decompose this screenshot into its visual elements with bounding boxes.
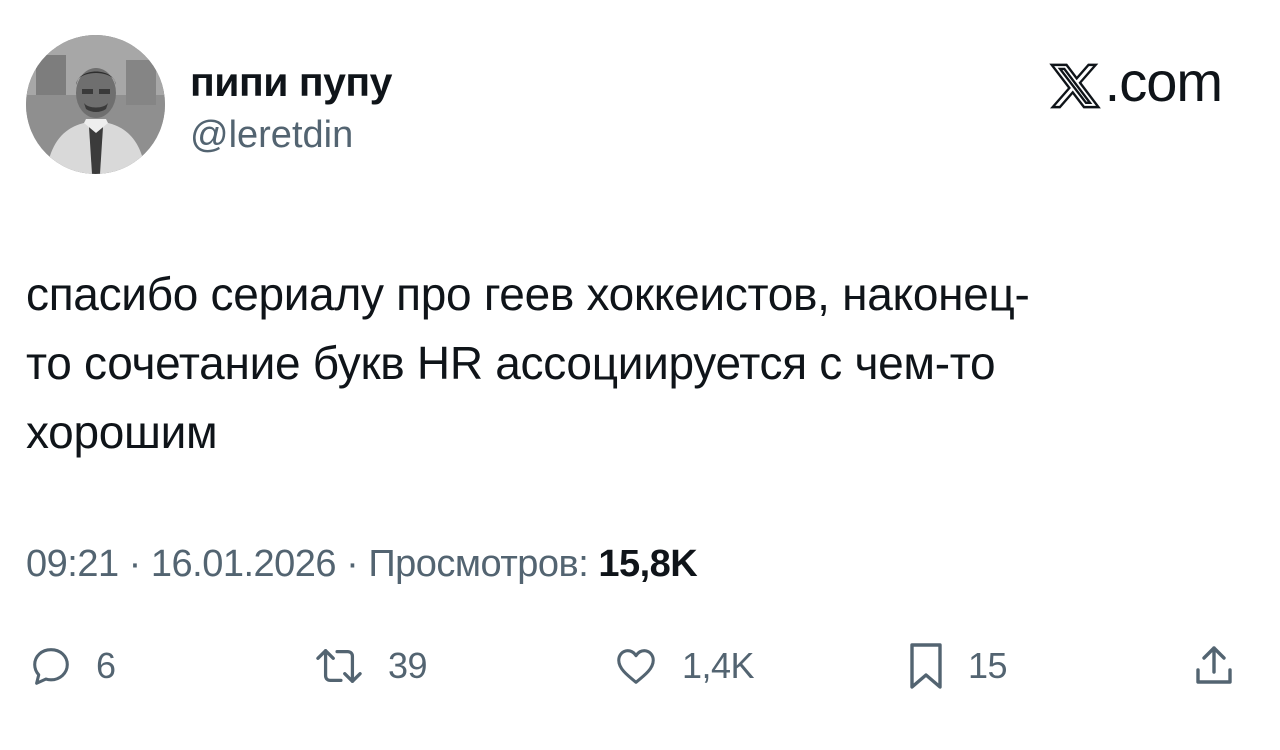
meta-separator: ·: [128, 543, 142, 585]
tweet-meta: 09:21 · 16.01.2026 · Просмотров: 15,8K: [26, 540, 698, 588]
tweet-text: спасибо сериалу про геев хоккеистов, нак…: [26, 260, 1246, 467]
avatar-photo: [26, 35, 165, 174]
retweet-button[interactable]: 39: [312, 636, 428, 696]
tweet-text-line: то сочетание букв HR ассоциируется с чем…: [26, 337, 996, 389]
heart-icon: [617, 649, 655, 684]
tweet-text-line: спасибо сериалу про геев хоккеистов, нак…: [26, 268, 1030, 320]
bookmark-count: 15: [968, 645, 1008, 686]
meta-separator: ·: [346, 543, 359, 585]
author-display-name[interactable]: пипи пупу: [190, 58, 392, 106]
bookmark-button[interactable]: 15: [906, 636, 1008, 696]
views-label: Просмотров:: [368, 543, 589, 585]
share-icon: [1196, 646, 1232, 684]
x-logo-icon: [1048, 63, 1101, 109]
tweet-text-line: хорошим: [26, 406, 218, 458]
retweet-count: 39: [388, 645, 428, 686]
like-count: 1,4K: [682, 645, 755, 686]
brand-domain: .com: [1104, 50, 1223, 113]
reply-button[interactable]: 6: [28, 636, 116, 696]
avatar[interactable]: [26, 35, 165, 174]
action-bar: 6 39 1,4K 15: [0, 636, 1280, 696]
like-button[interactable]: 1,4K: [612, 636, 755, 696]
views-count: 15,8K: [598, 543, 698, 585]
retweet-icon: [316, 649, 362, 683]
tweet-time[interactable]: 09:21: [26, 543, 119, 585]
tweet-card: пипи пупу @leretdin .com спасибо сериалу…: [0, 0, 1280, 750]
reply-icon: [33, 648, 69, 685]
reply-count: 6: [96, 645, 116, 686]
author-handle[interactable]: @leretdin: [190, 112, 353, 158]
brand-watermark: .com: [1047, 50, 1223, 113]
share-button[interactable]: [1190, 636, 1238, 696]
tweet-date[interactable]: 16.01.2026: [151, 543, 337, 585]
bookmark-icon: [910, 643, 942, 689]
